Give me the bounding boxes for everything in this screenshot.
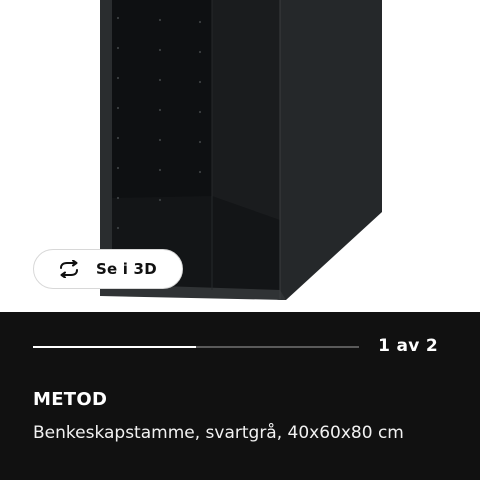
product-info-panel: 1 av 2 METOD Benkeskapstamme, svartgrå, … [0, 312, 480, 480]
product-image-area[interactable]: Se i 3D [0, 0, 480, 312]
rotate-arrows-icon [56, 259, 82, 279]
product-name: METOD [33, 389, 108, 410]
product-gallery-screen: Se i 3D 1 av 2 METOD Benkeskapstamme, sv… [0, 0, 480, 480]
gallery-progress-track [33, 346, 359, 348]
image-counter: 1 av 2 [378, 336, 438, 356]
view-in-3d-button[interactable]: Se i 3D [33, 249, 183, 289]
product-description: Benkeskapstamme, svartgrå, 40x60x80 cm [33, 423, 404, 443]
view-in-3d-label: Se i 3D [96, 260, 157, 278]
gallery-progress-fill [33, 346, 196, 348]
